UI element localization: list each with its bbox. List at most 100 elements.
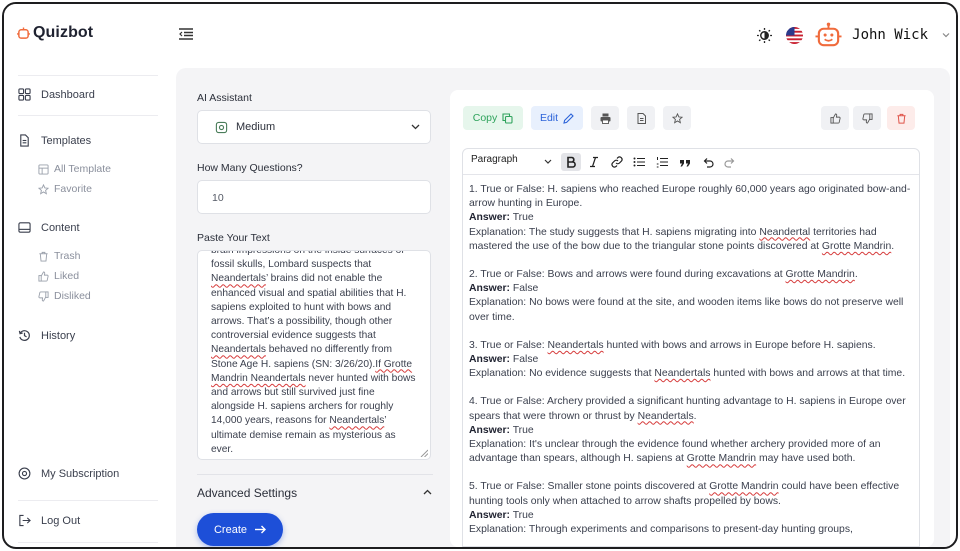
italic-button[interactable]	[584, 153, 604, 171]
chevron-up-icon[interactable]	[423, 489, 432, 495]
misspelled-word: Neandertals	[211, 273, 266, 285]
source-text-area[interactable]: brain impressions on the inside surfaces…	[197, 250, 431, 460]
us-flag-icon[interactable]	[786, 26, 804, 44]
explanation-text: Explanation: The study suggests that H. …	[469, 226, 913, 254]
bold-button[interactable]	[561, 153, 581, 171]
arrow-right-icon	[255, 525, 267, 534]
sidebar-item-label: Liked	[54, 270, 80, 282]
sidebar-item-content[interactable]: Content	[18, 221, 80, 234]
ai-assistant-label: AI Assistant	[197, 92, 252, 104]
sidebar-item-trash[interactable]: Trash	[38, 250, 80, 262]
sidebar-item-label: History	[41, 329, 76, 342]
logo[interactable]: Quizbot	[17, 24, 93, 42]
quote-icon	[680, 160, 690, 167]
question-text: 4. True or False: Archery provided a sig…	[469, 395, 913, 423]
quiz-question: 3. True or False: Neandertals hunted wit…	[469, 339, 913, 382]
paste-text-label: Paste Your Text	[197, 232, 270, 244]
answer-label: Answer:	[469, 354, 510, 366]
theme-toggle-icon[interactable]	[757, 27, 773, 43]
trash-icon	[39, 251, 48, 262]
redo-button[interactable]	[720, 153, 740, 171]
sidebar-item-disliked[interactable]: Disliked	[38, 290, 91, 302]
chevron-down-icon	[411, 124, 420, 130]
answer-label: Answer:	[469, 424, 510, 436]
create-button[interactable]: Create	[197, 513, 283, 546]
quiz-question: 5. True or False: Smaller stone points d…	[469, 480, 913, 537]
download-doc-button[interactable]	[627, 106, 655, 130]
misspelled-word: Neandertals	[211, 344, 266, 356]
answer-label: Answer:	[469, 283, 510, 295]
edit-button[interactable]: Edit	[531, 106, 583, 130]
like-button[interactable]	[821, 106, 849, 130]
sidebar-toggle-icon[interactable]	[179, 28, 193, 40]
sidebar-item-templates[interactable]: Templates	[18, 134, 91, 147]
chevron-down-icon[interactable]	[942, 32, 950, 38]
text-segment: .	[693, 410, 697, 422]
answer-line: Answer: True	[469, 211, 913, 225]
create-button-label: Create	[213, 523, 248, 536]
misspelled-word: Grotte Mandrin	[821, 240, 892, 252]
resize-handle-icon[interactable]	[420, 449, 428, 457]
favorite-button[interactable]	[663, 106, 691, 130]
question-text: 3. True or False: Neandertals hunted wit…	[469, 339, 913, 353]
answer-line: Answer: True	[469, 509, 913, 523]
undo-button[interactable]	[698, 153, 718, 171]
advanced-settings-toggle[interactable]: Advanced Settings	[197, 486, 297, 500]
app-name: Quizbot	[33, 24, 94, 41]
quiz-question: 2. True or False: Bows and arrows were f…	[469, 268, 913, 325]
sidebar-item-dashboard[interactable]: Dashboard	[18, 88, 95, 101]
text-segment: brain impressions on the inside surfaces…	[211, 250, 405, 271]
question-text: 2. True or False: Bows and arrows were f…	[469, 268, 913, 282]
logout-icon	[19, 514, 31, 527]
answer-line: Answer: False	[469, 282, 913, 296]
numbered-list-button[interactable]	[652, 153, 672, 171]
misspelled-word: Neandertals	[547, 339, 604, 351]
text-segment: Explanation: The study suggests that H. …	[469, 226, 760, 238]
dislike-button[interactable]	[853, 106, 881, 130]
sidebar-item-all-template[interactable]: All Template	[38, 163, 111, 175]
thumbs-up-icon	[38, 270, 49, 282]
top-bar: Quizbot John Wick	[4, 4, 956, 66]
delete-button[interactable]	[887, 106, 915, 130]
text-segment: 2. True or False: Bows and arrows were f…	[469, 269, 786, 281]
link-button[interactable]	[607, 153, 627, 171]
copy-button[interactable]: Copy	[463, 106, 523, 130]
ai-assistant-select[interactable]: Medium	[197, 110, 431, 144]
sidebar-item-history[interactable]: History	[18, 329, 75, 342]
print-button[interactable]	[591, 106, 619, 130]
answer-value: True	[510, 509, 534, 521]
divider	[18, 542, 158, 543]
text-segment: Explanation: No evidence suggests that	[469, 368, 655, 380]
main-content: AI Assistant Medium How Many Questions? …	[176, 68, 950, 547]
misspelled-word: Neandertals	[654, 368, 711, 380]
sidebar-item-favorite[interactable]: Favorite	[38, 183, 92, 195]
user-name[interactable]: John Wick	[852, 27, 928, 43]
sidebar-item-subscription[interactable]: My Subscription	[18, 467, 119, 480]
avatar[interactable]	[815, 22, 842, 49]
question-count-label: How Many Questions?	[197, 162, 303, 174]
subscription-icon	[18, 467, 31, 480]
question-count-input[interactable]: 10	[197, 180, 431, 214]
copy-button-label: Copy	[472, 112, 498, 124]
explanation-text: Explanation: No bows were found at the s…	[469, 296, 913, 324]
dashboard-icon	[18, 88, 31, 101]
star-icon	[38, 183, 49, 195]
text-segment: hunted with bows and arrows at that time…	[710, 368, 906, 380]
text-segment: hunted with bows and arrows in Europe be…	[603, 339, 876, 351]
thumbs-down-icon	[861, 112, 873, 124]
blockquote-button[interactable]	[675, 153, 695, 171]
template-icon	[38, 163, 49, 175]
bullet-list-button[interactable]	[629, 153, 649, 171]
rich-text-editor[interactable]: Paragraph 1. True or False: H. sapiens w…	[462, 148, 920, 547]
chevron-down-icon[interactable]	[544, 159, 552, 164]
answer-value: False	[510, 283, 539, 295]
star-icon	[671, 112, 683, 124]
document-download-icon	[637, 112, 646, 124]
quiz-question: 4. True or False: Archery provided a sig…	[469, 395, 913, 466]
ai-model-icon	[215, 121, 228, 133]
italic-icon	[590, 156, 598, 168]
sidebar-item-liked[interactable]: Liked	[38, 270, 79, 282]
logout-button[interactable]: Log Out	[18, 514, 80, 527]
answer-line: Answer: True	[469, 424, 913, 438]
sidebar-item-label: All Template	[54, 163, 112, 175]
